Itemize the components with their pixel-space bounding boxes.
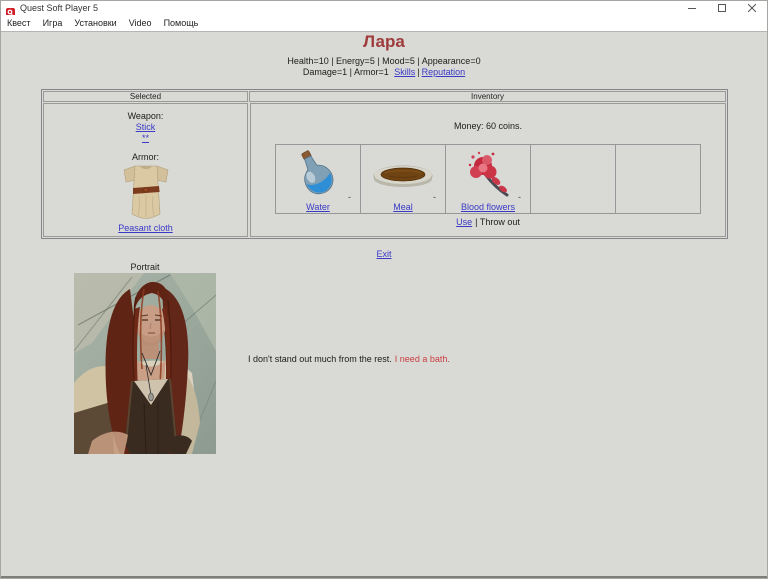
item-quantity-mark: - xyxy=(518,192,521,202)
window-bottom-edge xyxy=(1,576,767,578)
money-text: Money: 60 coins. xyxy=(453,121,523,131)
portrait-label: Portrait xyxy=(130,262,160,272)
weapon-durability-link[interactable]: ** xyxy=(44,133,247,143)
panel-header-row: Selected Inventory xyxy=(42,90,727,102)
stats-block: Health=10 | Energy=5 | Mood=5 | Appearan… xyxy=(1,56,767,78)
dialogue-normal: I don't stand out much from the rest. xyxy=(248,354,392,364)
close-icon xyxy=(748,4,756,12)
selected-panel: Weapon: Stick ** Armor: Peasant cloth xyxy=(43,103,248,237)
panel-body-row: Weapon: Stick ** Armor: Peasant cloth Mo… xyxy=(42,102,727,238)
skills-link[interactable]: Skills xyxy=(394,67,415,77)
minimize-button[interactable] xyxy=(677,1,707,15)
character-name: Лара xyxy=(363,32,405,51)
stats-line-2-prefix: Damage=1 | Armor=1 xyxy=(302,67,389,77)
selected-panel-header: Selected xyxy=(43,91,248,102)
inventory-slot-water: - Water xyxy=(275,144,361,214)
maximize-button[interactable] xyxy=(707,1,737,15)
menu-help[interactable]: Помощь xyxy=(164,18,207,28)
inventory-slot-meal: - Meal xyxy=(360,144,446,214)
qsp-logo-icon xyxy=(6,4,15,17)
window-title: Quest Soft Player 5 xyxy=(20,3,99,13)
dialogue-highlight: I need a bath. xyxy=(394,354,450,364)
title-bar: Quest Soft Player 5 xyxy=(1,1,767,17)
portrait-image xyxy=(74,273,216,454)
peasant-tunic-icon xyxy=(123,165,168,219)
stats-line-2: Damage=1 | Armor=1 Skills | Reputation xyxy=(1,67,767,78)
inventory-panel-header: Inventory xyxy=(249,91,726,102)
item-quantity-mark: - xyxy=(348,192,351,202)
use-link[interactable]: Use xyxy=(456,217,472,227)
panel-table: Selected Inventory Weapon: Stick ** Armo… xyxy=(41,89,728,239)
menu-bar: Квест Игра Установки Video Помощь xyxy=(1,15,767,32)
reputation-link[interactable]: Reputation xyxy=(422,67,466,77)
inventory-slot-blood-flowers: - Blood flowers xyxy=(445,144,531,214)
menu-quest[interactable]: Квест xyxy=(7,18,39,28)
window-controls xyxy=(677,1,767,15)
close-button[interactable] xyxy=(737,1,767,15)
exit-link[interactable]: Exit xyxy=(376,249,391,259)
item-link-blood-flowers[interactable]: Blood flowers xyxy=(446,202,530,212)
item-link-meal[interactable]: Meal xyxy=(361,202,445,212)
item-actions: Use | Throw out xyxy=(251,217,725,227)
item-quantity-mark: - xyxy=(433,192,436,202)
maximize-icon xyxy=(718,4,726,12)
menu-game[interactable]: Игра xyxy=(43,18,71,28)
armor-link[interactable]: Peasant cloth xyxy=(44,223,247,233)
inventory-slot-empty xyxy=(615,144,701,214)
minimize-icon xyxy=(688,8,696,9)
water-bottle-icon xyxy=(276,148,360,198)
stats-line-1: Health=10 | Energy=5 | Mood=5 | Appearan… xyxy=(287,56,481,66)
menu-video[interactable]: Video xyxy=(129,18,160,28)
inventory-grid: - Water - Meal - Blood flowers xyxy=(251,144,725,214)
inventory-slot-empty xyxy=(530,144,616,214)
inventory-panel: Money: 60 coins. - Water - Meal - Blood … xyxy=(250,103,726,237)
exit-row: Exit xyxy=(1,249,767,259)
meal-plate-icon xyxy=(361,161,445,191)
weapon-link[interactable]: Stick xyxy=(44,122,247,132)
item-link-water[interactable]: Water xyxy=(276,202,360,212)
menu-settings[interactable]: Установки xyxy=(74,18,124,28)
throw-out-action[interactable]: | Throw out xyxy=(475,217,520,227)
armor-label: Armor: xyxy=(132,152,159,162)
stats-separator: | xyxy=(417,67,420,77)
app-window: Quest Soft Player 5 Квест Игра Установки… xyxy=(0,0,768,579)
dialogue-text: I don't stand out much from the rest. I n… xyxy=(248,354,450,364)
weapon-label: Weapon: xyxy=(127,111,164,121)
